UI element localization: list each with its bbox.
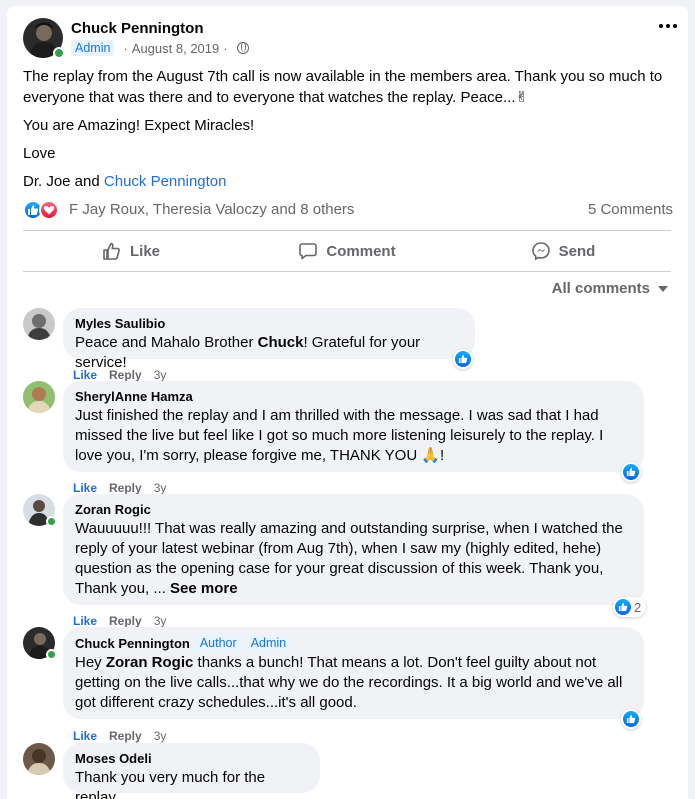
comment-bubble: Moses Odeli Thank you very much for the … — [63, 743, 320, 799]
comment-reply-button[interactable]: Reply — [109, 368, 142, 382]
post-card: Chuck Pennington Admin · August 8, 2019 … — [7, 6, 688, 799]
thumbs-up-icon — [103, 242, 120, 260]
reaction-count: 2 — [634, 599, 642, 615]
like-button-label: Like — [129, 242, 160, 260]
comment-bubble: Myles Saulibio Peace and Mahalo Brother … — [63, 308, 475, 371]
commenter-name[interactable]: Myles Saulibio — [75, 316, 463, 331]
comment-like-button[interactable]: Like — [73, 729, 97, 743]
like-reaction-icon — [623, 464, 639, 480]
comment-text: Peace and Mahalo Brother Chuck! Grateful… — [75, 334, 421, 371]
commenter-name[interactable]: Moses Odeli — [75, 751, 308, 766]
comment-actions: Like Reply 3y — [73, 729, 166, 743]
commenter-avatar[interactable] — [23, 308, 55, 340]
reactions-summary: F Jay Roux, Theresia Valoczy and 8 other… — [23, 199, 673, 221]
send-button[interactable]: Send — [455, 231, 671, 271]
comment-reaction-badge[interactable] — [621, 462, 641, 482]
dot-icon — [666, 24, 670, 28]
comment-item: Zoran Rogic Wauuuuu!!! That was really a… — [23, 494, 663, 628]
send-button-label: Send — [558, 242, 596, 260]
comment-item: Moses Odeli Thank you very much for the … — [23, 743, 663, 799]
see-more-link[interactable]: See more — [170, 580, 238, 597]
commenter-avatar[interactable] — [23, 381, 55, 413]
commenter-avatar[interactable] — [23, 743, 55, 775]
post-body: The replay from the August 7th call is n… — [23, 66, 673, 199]
comment-actions: Like Reply 3y — [73, 481, 166, 495]
post-meta: Admin · August 8, 2019 · — [71, 40, 249, 56]
commenter-name[interactable]: SherylAnne Hamza — [75, 389, 632, 404]
post-author-name[interactable]: Chuck Pennington — [71, 20, 204, 37]
more-options-button[interactable] — [656, 18, 680, 34]
comment-bubble: Chuck Pennington Author Admin Hey Zoran … — [63, 627, 644, 719]
comment-reply-button[interactable]: Reply — [109, 729, 142, 743]
comment-age[interactable]: 3y — [154, 614, 167, 628]
comment-text: Thank you very much for the replay. — [75, 769, 266, 799]
globe-icon — [236, 42, 249, 54]
like-button[interactable]: Like — [23, 231, 239, 271]
comment-item: Chuck Pennington Author Admin Hey Zoran … — [23, 627, 663, 743]
post-paragraph: The replay from the August 7th call is n… — [23, 68, 663, 106]
comment-reply-button[interactable]: Reply — [109, 481, 142, 495]
comment-reply-button[interactable]: Reply — [109, 614, 142, 628]
comment-icon — [299, 243, 318, 260]
post-paragraph: You are Amazing! Expect Miracles! — [23, 117, 255, 134]
comment-reaction-badge[interactable]: 2 — [613, 597, 647, 617]
comments-count[interactable]: 5 Comments — [588, 201, 673, 218]
comment-item: Myles Saulibio Peace and Mahalo Brother … — [23, 308, 663, 382]
comment-button[interactable]: Comment — [239, 231, 455, 271]
comment-age[interactable]: 3y — [154, 481, 167, 495]
online-status-dot — [46, 649, 57, 660]
divider — [23, 271, 671, 272]
post-header: Chuck Pennington Admin · August 8, 2019 … — [23, 18, 663, 59]
mention-bold: Chuck — [257, 334, 304, 351]
online-status-dot — [46, 516, 57, 527]
dot-icon — [659, 24, 663, 28]
comment-like-button[interactable]: Like — [73, 481, 97, 495]
post-date[interactable]: August 8, 2019 — [132, 41, 219, 56]
meta-separator-2: · — [223, 40, 228, 56]
author-link[interactable]: Chuck Pennington — [104, 173, 227, 190]
comment-text: Wauuuuu!!! That was really amazing and o… — [75, 520, 623, 597]
like-reaction-icon — [455, 351, 471, 367]
mention-bold[interactable]: Zoran Rogic — [106, 654, 194, 671]
post-paragraph: Love — [23, 145, 56, 162]
comment-button-label: Comment — [326, 242, 396, 260]
commenter-name[interactable]: Zoran Rogic — [75, 502, 632, 517]
reaction-names[interactable]: F Jay Roux, Theresia Valoczy and 8 other… — [69, 201, 354, 218]
messenger-icon — [531, 242, 550, 261]
signature-text: Dr. Joe and — [23, 173, 104, 190]
commenter-avatar[interactable] — [23, 494, 57, 527]
comment-like-button[interactable]: Like — [73, 614, 97, 628]
comment-filter-label: All comments — [551, 280, 650, 297]
meta-separator: · — [123, 40, 128, 56]
love-reaction-icon — [39, 200, 59, 220]
caret-down-icon — [658, 285, 668, 292]
comment-actions: Like Reply 3y — [73, 614, 166, 628]
comment-item: SherylAnne Hamza Just finished the repla… — [23, 381, 663, 495]
like-reaction-icon — [615, 599, 631, 615]
author-avatar[interactable] — [23, 18, 65, 59]
post-actions: Like Comment Send — [23, 231, 671, 271]
comment-text: Hey Zoran Rogic thanks a bunch! That mea… — [75, 654, 623, 711]
commenter-avatar[interactable] — [23, 627, 57, 660]
comment-reaction-badge[interactable] — [453, 349, 473, 369]
online-status-dot — [53, 47, 65, 59]
comment-age[interactable]: 3y — [154, 368, 167, 382]
admin-badge: Admin — [246, 635, 291, 651]
commenter-name[interactable]: Chuck Pennington Author Admin — [75, 635, 632, 651]
comment-like-button[interactable]: Like — [73, 368, 97, 382]
comment-bubble: SherylAnne Hamza Just finished the repla… — [63, 381, 644, 472]
comment-age[interactable]: 3y — [154, 729, 167, 743]
post-paragraph: Dr. Joe and Chuck Pennington — [23, 171, 673, 192]
author-badge: Author — [195, 635, 241, 651]
like-reaction-icon — [623, 711, 639, 727]
dot-icon — [673, 24, 677, 28]
comment-actions: Like Reply 3y — [73, 368, 166, 382]
reaction-icons[interactable] — [23, 200, 63, 220]
comment-reaction-badge[interactable] — [621, 709, 641, 729]
comment-bubble: Zoran Rogic Wauuuuu!!! That was really a… — [63, 494, 644, 605]
comment-filter-dropdown[interactable]: All comments — [552, 280, 668, 297]
admin-badge: Admin — [71, 40, 115, 56]
comment-text: Just finished the replay and I am thrill… — [75, 407, 604, 464]
